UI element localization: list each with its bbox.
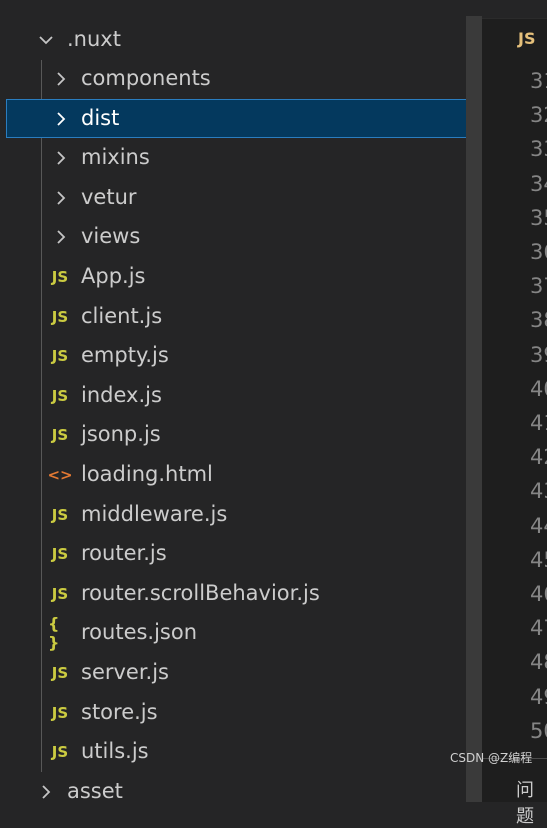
file-row[interactable]: JS jsonp.js: [0, 415, 482, 454]
problems-tab-label[interactable]: 问题: [516, 776, 547, 828]
tab-bar: [482, 0, 547, 18]
folder-row[interactable]: mixins: [0, 138, 482, 177]
file-row[interactable]: JS index.js: [0, 376, 482, 415]
folder-row-asset[interactable]: asset: [0, 772, 482, 802]
js-file-icon: JS: [518, 29, 536, 48]
js-file-icon: JS: [51, 544, 69, 563]
item-label: jsonp.js: [81, 422, 161, 446]
chevron-right-icon: [51, 227, 71, 247]
item-label: App.js: [81, 264, 146, 288]
file-row[interactable]: JS router.js: [0, 534, 482, 573]
file-row[interactable]: JS empty.js: [0, 336, 482, 375]
js-file-icon: JS: [51, 267, 69, 286]
line-number: 48: [530, 650, 547, 674]
folder-row[interactable]: views: [0, 217, 482, 256]
line-number: 46: [530, 582, 547, 606]
line-number: 45: [530, 548, 547, 572]
line-number: 41: [530, 411, 547, 435]
item-label: routes.json: [81, 620, 198, 644]
js-file-icon: JS: [51, 703, 69, 722]
js-file-icon: JS: [51, 346, 69, 365]
file-row[interactable]: JS server.js: [0, 653, 482, 692]
file-row[interactable]: JS App.js: [0, 257, 482, 296]
item-label: mixins: [81, 145, 150, 169]
chevron-right-icon: [51, 188, 71, 208]
js-file-icon: JS: [51, 505, 69, 524]
js-file-icon: JS: [51, 584, 69, 603]
item-label: utils.js: [81, 739, 149, 763]
item-label: loading.html: [81, 462, 213, 486]
chevron-right-icon: [51, 109, 71, 129]
line-number: 37: [530, 274, 547, 298]
item-label: router.scrollBehavior.js: [81, 581, 320, 605]
line-number: 35: [530, 206, 547, 230]
line-number: 34: [530, 172, 547, 196]
item-label: vetur: [81, 185, 137, 209]
file-row[interactable]: JS client.js: [0, 297, 482, 336]
html-file-icon: <>: [47, 465, 73, 484]
item-label: dist: [81, 106, 120, 130]
file-row[interactable]: JS store.js: [0, 693, 482, 732]
line-number: 31: [530, 69, 547, 93]
line-number: 39: [530, 343, 547, 367]
file-row[interactable]: { } routes.json: [0, 613, 482, 652]
file-row[interactable]: <> loading.html: [0, 455, 482, 494]
item-label: views: [81, 224, 141, 248]
chevron-right-icon: [51, 69, 71, 89]
js-file-icon: JS: [51, 386, 69, 405]
line-number: 47: [530, 616, 547, 640]
item-label: store.js: [81, 700, 158, 724]
line-number: 44: [530, 514, 547, 538]
chevron-right-icon: [36, 782, 56, 802]
js-file-icon: JS: [51, 425, 69, 444]
file-explorer: .nuxt components dist mixins vetur views JS Ap…: [0, 0, 482, 802]
line-number: 38: [530, 308, 547, 332]
js-file-icon: JS: [51, 307, 69, 326]
folder-row[interactable]: vetur: [0, 178, 482, 217]
item-label: middleware.js: [81, 502, 228, 526]
file-row[interactable]: JS router.scrollBehavior.js: [0, 574, 482, 613]
item-label: router.js: [81, 541, 167, 565]
folder-row[interactable]: components: [0, 59, 482, 98]
line-number: 43: [530, 479, 547, 503]
line-number: 32: [530, 103, 547, 127]
chevron-down-icon: [36, 30, 56, 50]
folder-row-nuxt[interactable]: .nuxt: [0, 20, 482, 59]
line-number: 49: [530, 685, 547, 709]
line-number: 40: [530, 377, 547, 401]
line-number: 36: [530, 240, 547, 264]
js-file-icon: JS: [51, 663, 69, 682]
file-row[interactable]: JS utils.js: [0, 732, 482, 771]
line-number: 50: [530, 719, 547, 743]
json-file-icon: { }: [48, 613, 60, 652]
item-label: index.js: [81, 383, 162, 407]
watermark-text: CSDN @Z编程: [450, 751, 533, 765]
js-file-icon: JS: [51, 742, 69, 761]
item-label: server.js: [81, 660, 169, 684]
editor-tab[interactable]: JS: [482, 18, 547, 59]
line-number: 42: [530, 445, 547, 469]
line-number: 33: [530, 137, 547, 161]
item-label: empty.js: [81, 343, 169, 367]
item-label: components: [81, 66, 211, 90]
chevron-right-icon: [51, 148, 71, 168]
file-row[interactable]: JS middleware.js: [0, 495, 482, 534]
explorer-scrollbar[interactable]: [466, 16, 482, 802]
folder-label: asset: [67, 779, 123, 802]
folder-label: .nuxt: [67, 27, 121, 51]
item-label: client.js: [81, 304, 163, 328]
folder-row[interactable]: dist: [6, 99, 481, 138]
